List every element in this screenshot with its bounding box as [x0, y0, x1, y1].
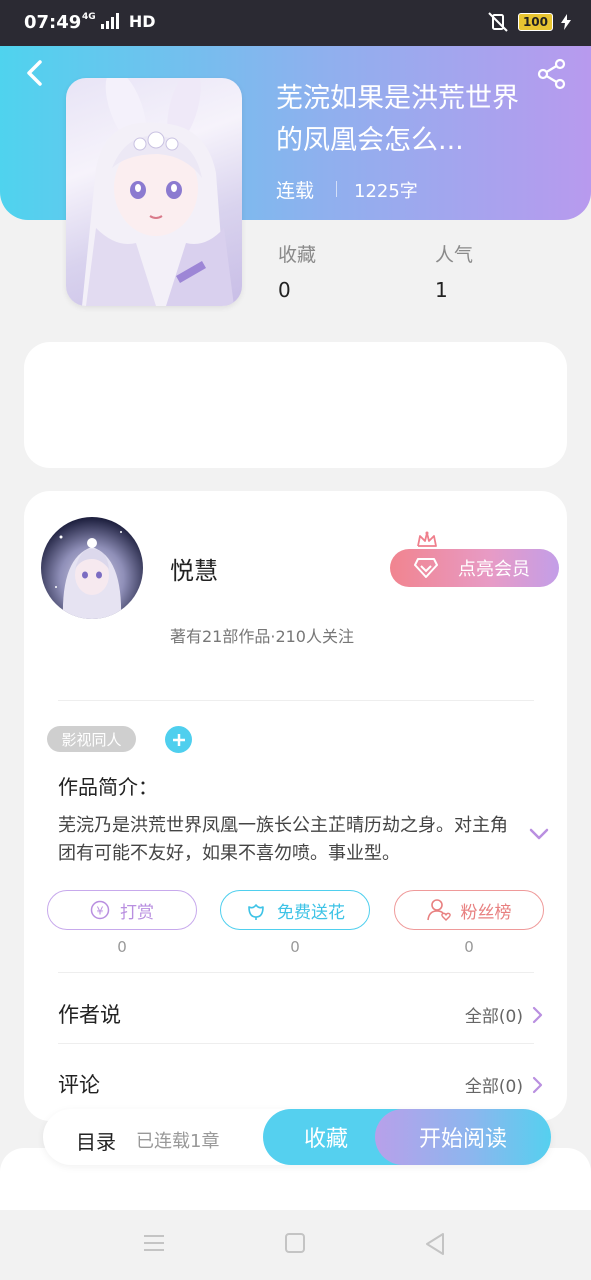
- stat-favorites-label: 收藏: [278, 244, 317, 266]
- share-icon[interactable]: [536, 58, 568, 90]
- genre-tag[interactable]: 影视同人: [47, 726, 136, 752]
- divider: [58, 1043, 534, 1044]
- author-says-count: 全部(0): [464, 1007, 523, 1027]
- fan-ranking-label: 粉丝榜: [460, 902, 512, 923]
- signal-indicator: 4G HD: [82, 12, 155, 31]
- start-reading-label: 开始阅读: [418, 1127, 507, 1152]
- send-flower-button[interactable]: 免费送花: [220, 890, 370, 930]
- tip-label: 打赏: [120, 902, 154, 923]
- cover-illustration: [82, 78, 234, 306]
- fan-count: 0: [464, 938, 474, 956]
- home-icon[interactable]: [285, 1233, 305, 1253]
- comments-all-link[interactable]: 全部(0): [465, 1072, 543, 1097]
- author-meta: 著有21部作品·210人关注: [170, 627, 354, 646]
- add-tag-button[interactable]: [165, 726, 192, 753]
- yuan-coin-icon: ¥: [90, 900, 110, 920]
- author-name[interactable]: 悦慧: [170, 551, 218, 586]
- chapters-count: 已连载1章: [136, 1131, 220, 1152]
- plus-icon: [172, 733, 185, 746]
- book-cover-image[interactable]: [66, 78, 242, 306]
- avatar-illustration: [55, 531, 122, 619]
- stat-popularity-value: 1: [435, 278, 448, 302]
- menu-icon[interactable]: [143, 1233, 165, 1253]
- chevron-right-icon: [532, 1076, 543, 1093]
- chevron-right-icon: [532, 1006, 543, 1023]
- charging-icon: [561, 14, 571, 30]
- hd-indicator: HD: [128, 12, 156, 31]
- diamond-icon: [414, 558, 438, 578]
- book-title: 芜浣如果是洪荒世界的凤凰会怎么...: [276, 83, 519, 156]
- divider: [58, 972, 534, 973]
- tip-count: 0: [117, 938, 127, 956]
- tip-button[interactable]: ¥ 打赏: [47, 890, 197, 930]
- word-count: 1225字: [354, 181, 418, 202]
- battery-indicator: 100: [517, 13, 553, 31]
- status-right: 100: [486, 12, 571, 32]
- book-status: 连载: [276, 180, 315, 202]
- flower-count: 0: [290, 938, 300, 956]
- vip-button-label: 点亮会员: [458, 559, 530, 580]
- comments-count: 全部(0): [464, 1077, 523, 1097]
- author-says-label: 作者说: [58, 1003, 121, 1027]
- table-of-contents-button[interactable]: 目录: [76, 1126, 116, 1155]
- send-flower-label: 免费送花: [277, 902, 345, 923]
- crown-icon: [417, 531, 437, 547]
- stat-popularity-label: 人气: [435, 244, 474, 266]
- favorite-label: 收藏: [303, 1127, 348, 1152]
- status-bar: 07:49 4G HD 100: [0, 0, 591, 46]
- flower-icon: [248, 904, 264, 920]
- fan-user-icon: [426, 899, 451, 921]
- network-type: 4G: [82, 12, 96, 22]
- signal-bars-icon: [101, 13, 120, 29]
- vibrate-off-icon: [488, 12, 508, 32]
- svg-text:¥: ¥: [97, 905, 104, 918]
- status-time: 07:49: [24, 12, 82, 33]
- intro-title: 作品简介：: [58, 775, 158, 799]
- back-nav-icon[interactable]: [425, 1233, 445, 1255]
- start-reading-button[interactable]: 开始阅读: [375, 1109, 551, 1165]
- fan-ranking-button[interactable]: 粉丝榜: [394, 890, 544, 930]
- light-up-vip-button[interactable]: 点亮会员: [390, 549, 559, 587]
- intro-text: 芜浣乃是洪荒世界凤凰一族长公主芷晴历劫之身。对主角团有可能不友好，如果不喜勿喷。…: [58, 815, 508, 864]
- stat-favorites-value: 0: [278, 278, 291, 302]
- author-says-all-link[interactable]: 全部(0): [465, 1002, 543, 1027]
- chevron-down-icon[interactable]: [528, 826, 550, 842]
- author-avatar[interactable]: [41, 517, 143, 619]
- status-separator: [336, 181, 337, 197]
- back-icon[interactable]: [22, 58, 46, 88]
- comments-label: 评论: [58, 1073, 100, 1097]
- divider: [58, 700, 534, 701]
- empty-card: [24, 342, 567, 468]
